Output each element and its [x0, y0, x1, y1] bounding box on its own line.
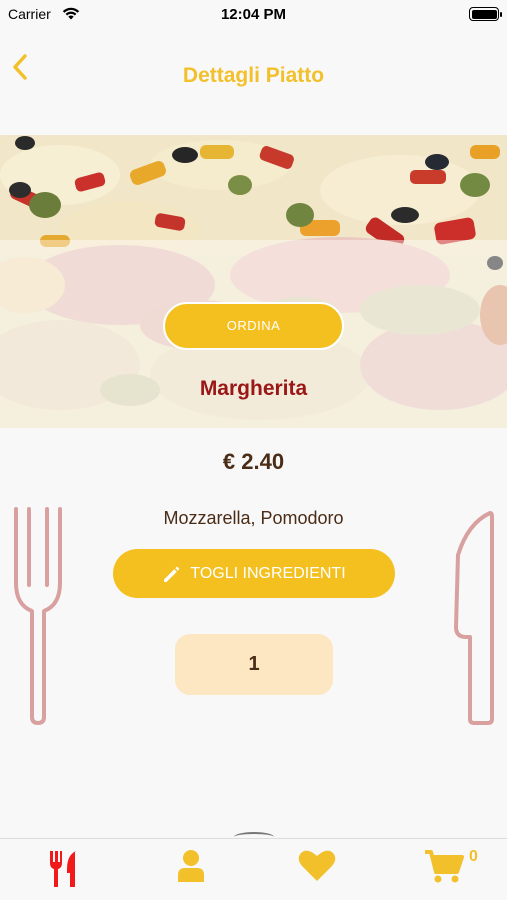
order-button[interactable]: ORDINA [163, 302, 344, 350]
clock: 12:04 PM [220, 6, 287, 23]
tab-bar [0, 838, 507, 900]
ingredients-text: Mozzarella, Pomodoro [163, 508, 344, 528]
dish-name: Margherita [199, 377, 308, 400]
status-bar: Carrier 12:04 PM [0, 0, 507, 30]
pencil-icon [164, 566, 180, 582]
remove-ingredients-label: TOGLI INGREDIENTI [190, 564, 346, 582]
remove-ingredients-button[interactable]: TOGLI INGREDIENTI [113, 549, 395, 598]
fork-icon [14, 507, 62, 725]
page-title: Dettagli Piatto [182, 64, 325, 87]
tab-cart[interactable] [422, 849, 466, 889]
battery-icon [469, 7, 502, 21]
knife-icon [454, 511, 494, 725]
heart-icon [298, 850, 336, 881]
nav-bar: Dettagli Piatto [0, 30, 507, 135]
tab-favorites[interactable] [295, 849, 339, 889]
tab-menu[interactable] [42, 849, 86, 889]
quantity-field[interactable]: 1 [175, 634, 333, 695]
fork-knife-icon [50, 851, 76, 887]
dish-price: € 2.40 [222, 449, 285, 474]
tab-profile[interactable] [169, 849, 213, 889]
cart-icon [425, 850, 464, 883]
cart-count-badge: 0 [469, 848, 478, 865]
user-icon [178, 850, 204, 882]
